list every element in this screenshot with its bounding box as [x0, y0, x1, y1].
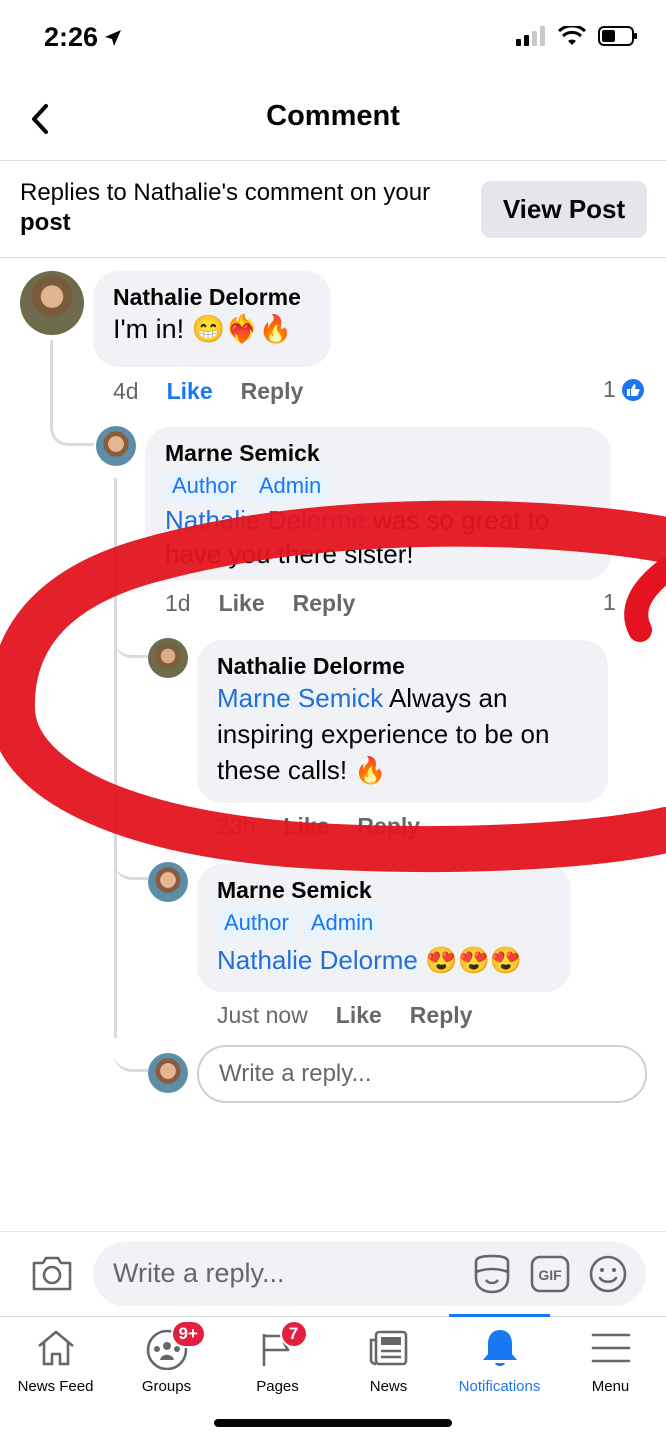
comment-text: Marne Semick Always an inspiring experie…	[217, 680, 588, 788]
home-indicator	[214, 1419, 452, 1427]
emoji-icon[interactable]	[588, 1254, 628, 1294]
camera-icon[interactable]	[30, 1253, 74, 1293]
status-time-text: 2:26	[44, 22, 99, 52]
tab-label: Notifications	[458, 1378, 541, 1395]
reaction-count[interactable]: 1	[603, 589, 616, 616]
active-tab-indicator	[449, 1314, 550, 1317]
like-button[interactable]: Like	[167, 378, 213, 405]
sticker-icon[interactable]	[472, 1254, 512, 1294]
comment-author[interactable]: Marne Semick	[217, 876, 551, 904]
replies-context: Replies to Nathalie's comment on your po…	[20, 178, 480, 238]
comment-actions: Just now Like Reply	[217, 1002, 472, 1029]
tab-label: News Feed	[17, 1378, 94, 1395]
comment-text: Nathalie Delorme was so great to have yo…	[165, 503, 591, 571]
tab-notifications[interactable]: Notifications	[444, 1326, 555, 1395]
thread-connector	[114, 840, 148, 880]
comment-time: 4d	[113, 378, 139, 404]
comment-bubble: Nathalie Delorme Marne Semick Always an …	[197, 640, 608, 803]
tab-pages[interactable]: 7 Pages	[222, 1320, 333, 1395]
tab-menu[interactable]: Menu	[555, 1326, 666, 1395]
thread-connector	[50, 340, 94, 446]
header-divider	[0, 160, 666, 161]
tabbar-divider	[0, 1316, 666, 1317]
author-tag: Author	[165, 471, 244, 501]
thread-reply-input[interactable]: Write a reply...	[197, 1045, 647, 1103]
comment-bubble: Marne Semick Author Admin Nathalie Delorm…	[197, 864, 571, 992]
comment-author[interactable]: Nathalie Delorme	[113, 283, 311, 311]
like-button[interactable]: Like	[219, 590, 265, 617]
bell-icon	[482, 1330, 517, 1366]
comment-author[interactable]: Marne Semick	[165, 439, 591, 467]
like-button[interactable]: Like	[336, 1002, 382, 1029]
tab-groups[interactable]: 9+ Groups	[111, 1320, 222, 1395]
thread-reply-placeholder: Write a reply...	[219, 1060, 372, 1087]
avatar-current-user	[148, 1053, 188, 1093]
author-tag: Author	[217, 908, 296, 938]
tab-news-feed[interactable]: News Feed	[0, 1326, 111, 1395]
battery-icon	[598, 26, 637, 46]
reply-button[interactable]: Reply	[241, 378, 304, 405]
reply-button[interactable]: Reply	[357, 813, 420, 840]
author-tags: Author Admin	[217, 908, 551, 938]
page-title: Comment	[266, 100, 400, 132]
composer-divider	[0, 1231, 666, 1232]
admin-tag: Admin	[251, 471, 329, 501]
thread-line	[114, 478, 117, 1038]
groups-badge: 9+	[170, 1320, 206, 1348]
admin-tag: Admin	[303, 908, 381, 938]
tab-label: News	[369, 1378, 408, 1395]
comment-bubble: Marne Semick Author Admin Nathalie Delorm…	[145, 427, 611, 580]
status-icons	[516, 26, 638, 46]
comment-actions: 23h Like Reply	[217, 813, 420, 840]
comment-author[interactable]: Nathalie Delorme	[217, 652, 588, 680]
comment-actions: 1d Like Reply	[165, 590, 355, 617]
comment-text: Nathalie Delorme 😍😍😍	[217, 942, 551, 978]
mention-link[interactable]: Marne Semick	[217, 683, 383, 713]
comment-time: 1d	[165, 590, 191, 616]
tab-news[interactable]: News	[333, 1326, 444, 1395]
avatar-marne[interactable]	[148, 862, 188, 902]
cellular-signal-icon	[516, 26, 545, 46]
comment-time: 23h	[217, 813, 256, 839]
comment-text: I'm in! 😁❤️‍🔥🔥	[113, 314, 293, 344]
tab-label: Groups	[141, 1378, 192, 1395]
reaction-count-text: 1	[603, 589, 616, 615]
view-post-button[interactable]: View Post	[481, 181, 647, 238]
comment-time: Just now	[217, 1002, 308, 1028]
hamburger-icon	[591, 1333, 630, 1363]
tab-label: Menu	[591, 1378, 630, 1395]
wifi-icon	[558, 26, 586, 45]
avatar-marne[interactable]	[96, 426, 136, 466]
comment-bubble: Nathalie Delorme I'm in! 😁❤️‍🔥🔥	[93, 271, 331, 367]
mention-link[interactable]: Nathalie Delorme	[217, 945, 418, 975]
home-icon	[37, 1330, 74, 1366]
comment-actions: 4d Like Reply	[113, 378, 303, 405]
reply-button[interactable]: Reply	[410, 1002, 473, 1029]
replies-context-post: post	[20, 209, 71, 236]
tab-label: Pages	[256, 1378, 299, 1395]
avatar-nathalie[interactable]	[20, 271, 84, 335]
pages-badge: 7	[279, 1320, 308, 1348]
context-divider	[0, 257, 666, 258]
comment-body: 😍😍😍	[417, 945, 523, 975]
reply-button[interactable]: Reply	[293, 590, 356, 617]
status-time: 2:26	[44, 22, 122, 53]
gif-label: GIF	[538, 1267, 562, 1283]
thread-connector	[114, 620, 148, 658]
replies-context-prefix: Replies to Nathalie's comment on your	[20, 179, 431, 206]
newspaper-icon	[369, 1330, 407, 1366]
thread-connector	[114, 1030, 148, 1072]
author-tags: Author Admin	[165, 471, 591, 501]
location-arrow-icon	[105, 29, 122, 46]
reaction-count[interactable]: 1	[603, 376, 646, 403]
gif-icon[interactable]: GIF	[530, 1254, 570, 1294]
reaction-count-text: 1	[603, 376, 616, 402]
composer-placeholder: Write a reply...	[113, 1258, 285, 1288]
avatar-nathalie[interactable]	[148, 638, 188, 678]
thumbs-up-icon	[619, 376, 646, 403]
like-button[interactable]: Like	[283, 813, 329, 840]
mention-link[interactable]: Nathalie Delorme	[165, 505, 366, 535]
